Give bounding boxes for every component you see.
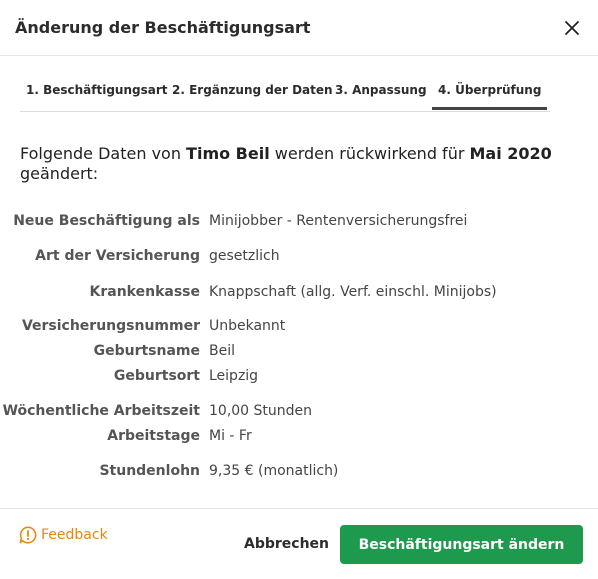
feedback-label: Feedback	[41, 527, 108, 543]
detail-value: gesetzlich	[209, 248, 280, 264]
detail-value: Minijobber - Rentenversicherungsfrei	[209, 213, 468, 229]
detail-label: Geburtsort	[113, 368, 200, 384]
feedback-link[interactable]: Feedback	[18, 525, 108, 545]
detail-label: Wöchentliche Arbeitszeit	[2, 403, 200, 419]
detail-label: Neue Beschäftigung als	[13, 213, 200, 229]
detail-label: Stundenlohn	[99, 463, 200, 479]
detail-row: Arbeitstage Mi - Fr	[0, 428, 598, 448]
close-button[interactable]	[560, 16, 584, 40]
detail-label: Art der Versicherung	[35, 248, 200, 264]
detail-row: Stundenlohn 9,35 € (monatlich)	[0, 463, 598, 483]
detail-value: 9,35 € (monatlich)	[209, 463, 339, 479]
intro-middle: werden rückwirkend für	[269, 144, 470, 163]
tab-ergaenzung-der-daten[interactable]: 2. Ergänzung der Daten	[172, 83, 333, 97]
detail-value: 10,00 Stunden	[209, 403, 313, 419]
detail-row: Geburtsort Leipzig	[0, 368, 598, 388]
detail-value: Unbekannt	[209, 318, 286, 334]
employee-name: Timo Beil	[186, 144, 270, 163]
step-tabs: 1. Beschäftigungsart 2. Ergänzung der Da…	[20, 72, 550, 112]
detail-row: Wöchentliche Arbeitszeit 10,00 Stunden	[0, 403, 598, 423]
detail-label: Arbeitstage	[107, 428, 200, 444]
tab-beschaeftigungsart[interactable]: 1. Beschäftigungsart	[26, 83, 168, 97]
cancel-button[interactable]: Abbrechen	[244, 536, 329, 552]
change-employment-type-dialog: Änderung der Beschäftigungsart 1. Beschä…	[0, 0, 598, 579]
detail-label: Krankenkasse	[89, 284, 200, 300]
detail-row: Art der Versicherung gesetzlich	[0, 248, 598, 268]
tab-anpassung[interactable]: 3. Anpassung	[335, 83, 427, 97]
intro-text: Folgende Daten von Timo Beil werden rück…	[20, 144, 580, 184]
detail-value: Mi - Fr	[209, 428, 252, 444]
tab-ueberpruefung[interactable]: 4. Überprüfung	[431, 83, 548, 110]
detail-label: Versicherungsnummer	[21, 318, 200, 334]
dialog-title: Änderung der Beschäftigungsart	[15, 18, 311, 37]
detail-row: Neue Beschäftigung als Minijobber - Rent…	[0, 213, 598, 233]
intro-suffix: geändert:	[20, 164, 99, 183]
detail-row: Versicherungsnummer Unbekannt	[0, 318, 598, 338]
detail-row: Geburtsname Beil	[0, 343, 598, 363]
detail-value: Knappschaft (allg. Verf. einschl. Minijo…	[209, 284, 497, 300]
detail-value: Beil	[209, 343, 235, 359]
detail-label: Geburtsname	[93, 343, 200, 359]
close-icon	[565, 20, 579, 35]
effective-month: Mai 2020	[469, 144, 552, 163]
detail-value: Leipzig	[209, 368, 259, 384]
dialog-header: Änderung der Beschäftigungsart	[0, 0, 598, 56]
dialog-footer: Feedback Abbrechen Beschäftigungsart änd…	[0, 508, 598, 579]
intro-prefix: Folgende Daten von	[20, 144, 187, 163]
alert-circle-icon	[18, 525, 38, 545]
detail-row: Krankenkasse Knappschaft (allg. Verf. ei…	[0, 284, 598, 304]
change-employment-type-button[interactable]: Beschäftigungsart ändern	[340, 525, 583, 564]
